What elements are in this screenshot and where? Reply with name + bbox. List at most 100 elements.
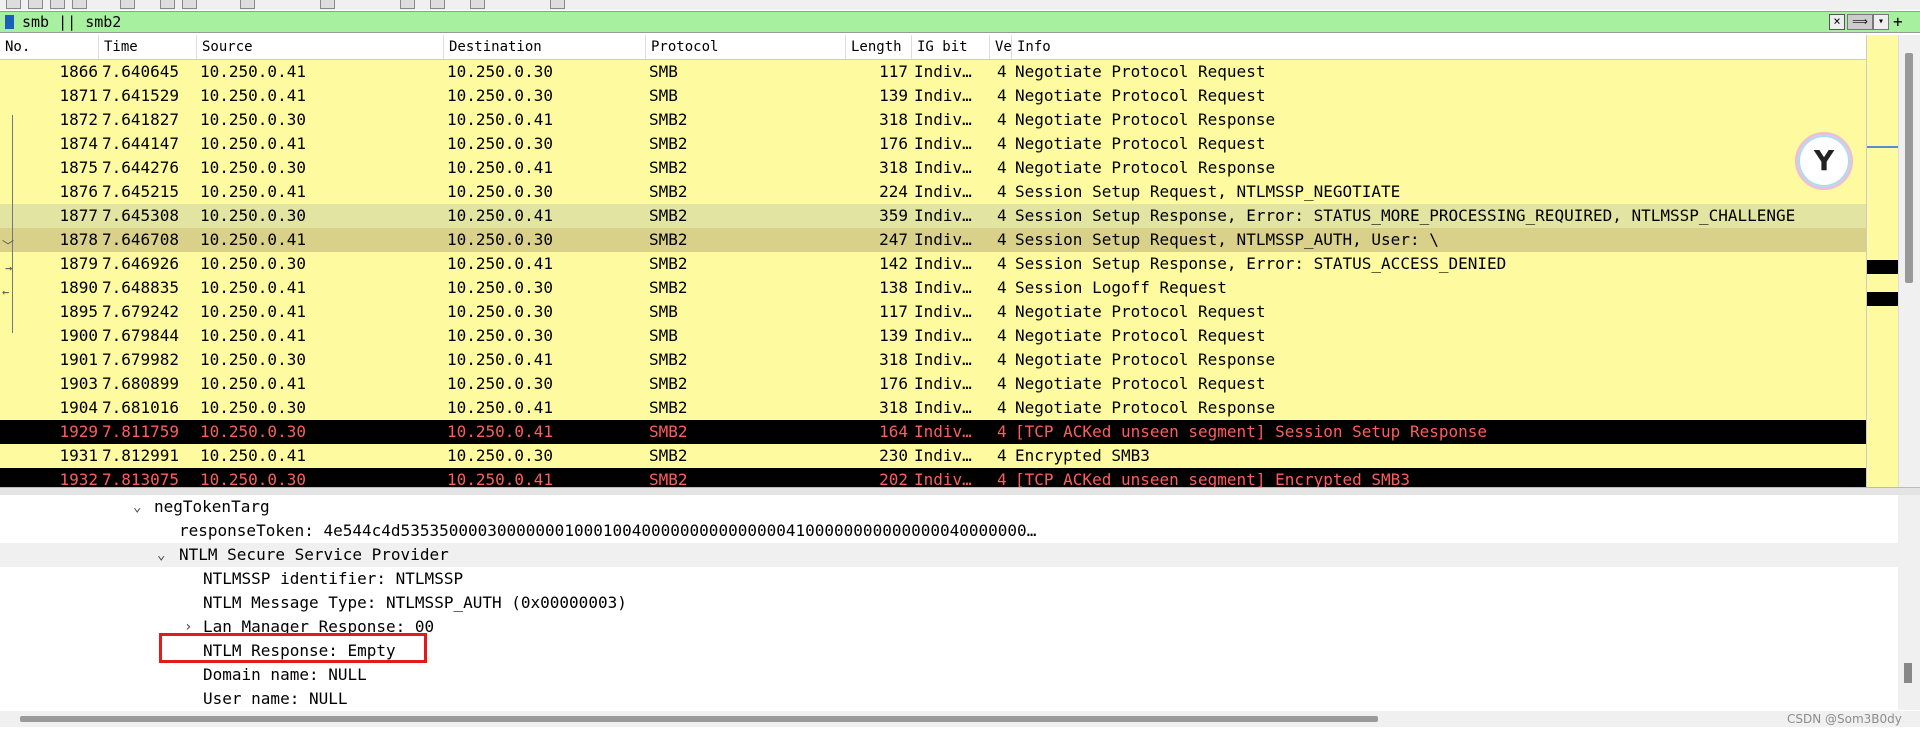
column-source[interactable]: Source <box>197 35 444 59</box>
related-request-icon: ﹀ <box>2 239 15 253</box>
toolbar-zoom-icon[interactable] <box>430 0 445 9</box>
packet-cell-src: 10.250.0.30 <box>200 254 306 273</box>
clear-filter-icon[interactable]: × <box>1829 14 1845 30</box>
column-length[interactable]: Length <box>846 35 912 59</box>
packet-row[interactable]: 1875 7.644276 10.250.0.30 10.250.0.41 SMB2 31… <box>0 156 1866 180</box>
packet-cell-len: 318 <box>879 398 908 417</box>
toolbar-resize-icon[interactable] <box>470 0 485 9</box>
packet-row[interactable]: 1901 7.679982 10.250.0.30 10.250.0.41 SMB2 31… <box>0 348 1866 372</box>
packet-cell-proto: SMB2 <box>649 254 688 273</box>
tree-item-message-type[interactable]: NTLM Message Type: NTLMSSP_AUTH (0x00000… <box>203 591 627 615</box>
packet-row[interactable]: 1903 7.680899 10.250.0.41 10.250.0.30 SMB2 17… <box>0 372 1866 396</box>
packet-minimap[interactable] <box>1866 35 1899 487</box>
packet-cell-ve: 4 <box>997 302 1007 321</box>
packet-cell-len: 318 <box>879 110 908 129</box>
filter-input[interactable]: smb || smb2 <box>22 12 121 32</box>
packet-cell-ve: 4 <box>997 422 1007 441</box>
packet-row[interactable]: 1874 7.644147 10.250.0.41 10.250.0.30 SMB2 17… <box>0 132 1866 156</box>
tree-item-ntlm-provider[interactable]: NTLM Secure Service Provider <box>179 543 449 567</box>
column-ve[interactable]: Ve <box>990 35 1012 59</box>
packet-cell-proto: SMB2 <box>649 278 688 297</box>
tree-item-user-name[interactable]: User name: NULL <box>203 687 348 710</box>
packet-cell-ig: Indiv… <box>914 110 972 129</box>
packet-cell-ig: Indiv… <box>914 470 972 487</box>
packet-cell-ig: Indiv… <box>914 230 972 249</box>
toolbar-open-icon[interactable] <box>6 0 21 9</box>
column-time[interactable]: Time <box>99 35 197 59</box>
packet-cell-info: Session Setup Request, NTLMSSP_AUTH, Use… <box>1015 230 1439 249</box>
packet-row[interactable]: 1877 7.645308 10.250.0.30 10.250.0.41 SMB2 35… <box>0 204 1866 228</box>
packet-row[interactable]: 1878 7.646708 10.250.0.41 10.250.0.30 SMB2 24… <box>0 228 1866 252</box>
scrollbar-thumb[interactable] <box>1905 53 1913 283</box>
expanded-chevron-icon[interactable]: ⌄ <box>133 495 141 519</box>
scrollbar-thumb[interactable] <box>1904 663 1912 683</box>
column-destination[interactable]: Destination <box>444 35 646 59</box>
packet-cell-proto: SMB2 <box>649 158 688 177</box>
packet-cell-src: 10.250.0.41 <box>200 182 306 201</box>
toolbar-goto-icon[interactable] <box>240 0 255 9</box>
toolbar-close-icon[interactable] <box>50 0 65 9</box>
toolbar-prev-icon[interactable] <box>160 0 175 9</box>
apply-filter-icon[interactable]: ⟹ <box>1847 14 1873 30</box>
packet-cell-proto: SMB2 <box>649 446 688 465</box>
packet-cell-ig: Indiv… <box>914 422 972 441</box>
toolbar-columns-icon[interactable] <box>550 0 565 9</box>
toolbar-find-icon[interactable] <box>120 0 135 9</box>
packet-row[interactable]: 1866 7.640645 10.250.0.41 10.250.0.30 SMB 117… <box>0 60 1866 84</box>
toolbar-save-icon[interactable] <box>28 0 43 9</box>
column-info[interactable]: Info <box>1012 35 1866 59</box>
packet-row[interactable]: 1895 7.679242 10.250.0.41 10.250.0.30 SMB 117… <box>0 300 1866 324</box>
packet-cell-len: 202 <box>879 470 908 487</box>
packet-cell-proto: SMB2 <box>649 374 688 393</box>
toolbar-autoscroll-icon[interactable] <box>400 0 415 9</box>
packet-cell-dst: 10.250.0.41 <box>447 158 553 177</box>
column-protocol[interactable]: Protocol <box>646 35 846 59</box>
tree-item-domain-name[interactable]: Domain name: NULL <box>203 663 367 687</box>
packet-cell-no: 1890 <box>59 278 98 297</box>
bookmark-icon[interactable] <box>5 15 14 29</box>
packet-cell-src: 10.250.0.41 <box>200 86 306 105</box>
packet-row[interactable]: 1879 7.646926 10.250.0.30 10.250.0.41 SMB2 14… <box>0 252 1866 276</box>
packet-cell-ig: Indiv… <box>914 182 972 201</box>
packet-list-header: No. ^ Time Source Destination Protocol L… <box>0 35 1866 60</box>
packet-cell-time: 7.641529 <box>102 86 180 105</box>
add-filter-button[interactable]: + <box>1893 12 1903 32</box>
filter-dropdown-icon[interactable]: ▾ <box>1873 14 1889 30</box>
sort-ascending-icon: ^ <box>45 35 53 43</box>
toolbar-next-icon[interactable] <box>182 0 197 9</box>
packet-cell-time: 7.646926 <box>102 254 180 273</box>
packet-cell-len: 318 <box>879 350 908 369</box>
packet-cell-dst: 10.250.0.30 <box>447 230 553 249</box>
overlay-logo-icon: Y <box>1795 132 1853 190</box>
packet-row[interactable]: 1900 7.679844 10.250.0.41 10.250.0.30 SMB 139… <box>0 324 1866 348</box>
packet-row[interactable]: 1871 7.641529 10.250.0.41 10.250.0.30 SMB 139… <box>0 84 1866 108</box>
packet-list-scrollbar[interactable] <box>1898 35 1920 487</box>
packet-cell-src: 10.250.0.41 <box>200 446 306 465</box>
packet-cell-no: 1871 <box>59 86 98 105</box>
packet-row[interactable]: 1876 7.645215 10.250.0.41 10.250.0.30 SMB2 22… <box>0 180 1866 204</box>
packet-cell-len: 359 <box>879 206 908 225</box>
packet-cell-src: 10.250.0.30 <box>200 422 306 441</box>
packet-row[interactable]: 1904 7.681016 10.250.0.30 10.250.0.41 SMB2 31… <box>0 396 1866 420</box>
packet-cell-src: 10.250.0.30 <box>200 398 306 417</box>
details-scrollbar[interactable] <box>1898 495 1920 710</box>
packet-row[interactable]: 1932 7.813075 10.250.0.30 10.250.0.41 SMB2 20… <box>0 468 1866 487</box>
packet-row[interactable]: 1890 7.648835 10.250.0.41 10.250.0.30 SMB2 13… <box>0 276 1866 300</box>
tree-item-negtokentarg[interactable]: negTokenTarg <box>154 495 270 519</box>
packet-cell-dst: 10.250.0.30 <box>447 374 553 393</box>
scrollbar-thumb[interactable] <box>20 716 1378 722</box>
toolbar-reload-icon[interactable] <box>72 0 87 9</box>
tree-item-ntlmssp-identifier[interactable]: NTLMSSP identifier: NTLMSSP <box>203 567 463 591</box>
packet-details: ⌄ negTokenTarg responseToken: 4e544c4d53… <box>0 495 1898 710</box>
expanded-chevron-icon[interactable]: ⌄ <box>157 543 165 567</box>
toolbar-colorize-icon[interactable] <box>320 0 335 9</box>
horizontal-scrollbar[interactable] <box>0 711 1920 727</box>
tree-item-response-token[interactable]: responseToken: 4e544c4d53535000030000000… <box>179 519 1036 543</box>
packet-cell-src: 10.250.0.41 <box>200 374 306 393</box>
packet-row[interactable]: 1931 7.812991 10.250.0.41 10.250.0.30 SMB2 23… <box>0 444 1866 468</box>
column-ig-bit[interactable]: IG bit <box>912 35 990 59</box>
packet-cell-ve: 4 <box>997 86 1007 105</box>
display-filter-bar[interactable]: smb || smb2 × ⟹ ▾ + <box>0 11 1920 33</box>
packet-row[interactable]: 1872 7.641827 10.250.0.30 10.250.0.41 SMB2 31… <box>0 108 1866 132</box>
packet-row[interactable]: 1929 7.811759 10.250.0.30 10.250.0.41 SMB2 16… <box>0 420 1866 444</box>
